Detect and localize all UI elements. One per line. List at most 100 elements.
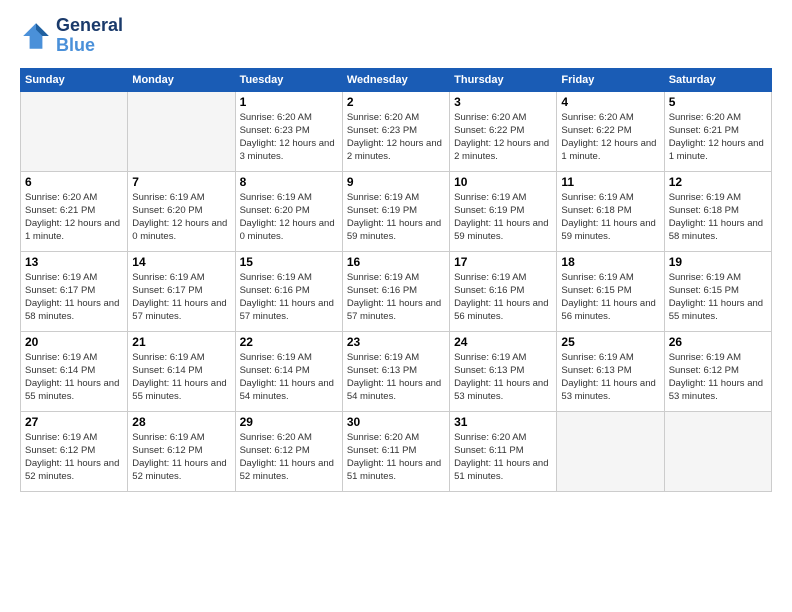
calendar-cell: 28 Sunrise: 6:19 AM Sunset: 6:12 PM Dayli… [128,411,235,491]
calendar-cell: 20 Sunrise: 6:19 AM Sunset: 6:14 PM Dayli… [21,331,128,411]
calendar-cell [664,411,771,491]
header: General Blue [20,16,772,56]
day-number: 21 [132,335,230,349]
calendar-cell: 17 Sunrise: 6:19 AM Sunset: 6:16 PM Dayli… [450,251,557,331]
calendar-cell: 29 Sunrise: 6:20 AM Sunset: 6:12 PM Dayli… [235,411,342,491]
calendar-cell: 14Sunrise: 6:19 AM Sunset: 6:17 PM Dayli… [128,251,235,331]
day-info: Sunrise: 6:19 AM Sunset: 6:16 PM Dayligh… [454,271,552,324]
calendar-cell: 21Sunrise: 6:19 AM Sunset: 6:14 PM Dayli… [128,331,235,411]
day-number: 2 [347,95,445,109]
day-number: 3 [454,95,552,109]
calendar-cell: 23 Sunrise: 6:19 AM Sunset: 6:13 PM Dayli… [342,331,449,411]
day-number: 29 [240,415,338,429]
calendar: SundayMondayTuesdayWednesdayThursdayFrid… [20,68,772,492]
day-number: 20 [25,335,123,349]
calendar-cell: 10 Sunrise: 6:19 AM Sunset: 6:19 PM Dayli… [450,171,557,251]
calendar-cell: 6Sunrise: 6:20 AM Sunset: 6:21 PM Daylig… [21,171,128,251]
day-info: Sunrise: 6:19 AM Sunset: 6:20 PM Dayligh… [132,191,230,244]
calendar-cell: 30 Sunrise: 6:20 AM Sunset: 6:11 PM Dayli… [342,411,449,491]
calendar-cell: 11 Sunrise: 6:19 AM Sunset: 6:18 PM Dayli… [557,171,664,251]
day-number: 7 [132,175,230,189]
day-number: 1 [240,95,338,109]
day-number: 4 [561,95,659,109]
day-number: 15 [240,255,338,269]
day-number: 19 [669,255,767,269]
calendar-cell: 9Sunrise: 6:19 AM Sunset: 6:19 PM Daylig… [342,171,449,251]
day-info: Sunrise: 6:20 AM Sunset: 6:23 PM Dayligh… [240,111,338,164]
calendar-cell [21,91,128,171]
calendar-cell: 31 Sunrise: 6:20 AM Sunset: 6:11 PM Dayli… [450,411,557,491]
day-number: 28 [132,415,230,429]
logo-text: General Blue [56,16,123,56]
calendar-week-2: 6Sunrise: 6:20 AM Sunset: 6:21 PM Daylig… [21,171,772,251]
day-number: 24 [454,335,552,349]
day-info: Sunrise: 6:20 AM Sunset: 6:22 PM Dayligh… [561,111,659,164]
day-info: Sunrise: 6:19 AM Sunset: 6:14 PM Dayligh… [25,351,123,404]
day-info: Sunrise: 6:19 AM Sunset: 6:17 PM Dayligh… [132,271,230,324]
day-number: 30 [347,415,445,429]
logo: General Blue [20,16,123,56]
day-number: 25 [561,335,659,349]
calendar-cell: 18Sunrise: 6:19 AM Sunset: 6:15 PM Dayli… [557,251,664,331]
day-info: Sunrise: 6:20 AM Sunset: 6:21 PM Dayligh… [669,111,767,164]
day-info: Sunrise: 6:20 AM Sunset: 6:22 PM Dayligh… [454,111,552,164]
day-number: 5 [669,95,767,109]
calendar-cell: 5 Sunrise: 6:20 AM Sunset: 6:21 PM Daylig… [664,91,771,171]
day-info: Sunrise: 6:19 AM Sunset: 6:16 PM Dayligh… [347,271,445,324]
day-header-friday: Friday [557,68,664,91]
calendar-cell [557,411,664,491]
day-info: Sunrise: 6:20 AM Sunset: 6:11 PM Dayligh… [347,431,445,484]
day-info: Sunrise: 6:19 AM Sunset: 6:19 PM Dayligh… [347,191,445,244]
day-number: 23 [347,335,445,349]
day-info: Sunrise: 6:19 AM Sunset: 6:13 PM Dayligh… [561,351,659,404]
calendar-week-1: 1 Sunrise: 6:20 AM Sunset: 6:23 PM Daylig… [21,91,772,171]
day-number: 13 [25,255,123,269]
calendar-cell: 15Sunrise: 6:19 AM Sunset: 6:16 PM Dayli… [235,251,342,331]
day-info: Sunrise: 6:19 AM Sunset: 6:15 PM Dayligh… [561,271,659,324]
day-number: 11 [561,175,659,189]
day-info: Sunrise: 6:20 AM Sunset: 6:21 PM Dayligh… [25,191,123,244]
calendar-cell: 24Sunrise: 6:19 AM Sunset: 6:13 PM Dayli… [450,331,557,411]
day-header-tuesday: Tuesday [235,68,342,91]
calendar-cell: 1 Sunrise: 6:20 AM Sunset: 6:23 PM Daylig… [235,91,342,171]
day-number: 22 [240,335,338,349]
page: General Blue SundayMondayTuesdayWednesda… [0,0,792,612]
calendar-cell: 8Sunrise: 6:19 AM Sunset: 6:20 PM Daylig… [235,171,342,251]
day-info: Sunrise: 6:19 AM Sunset: 6:18 PM Dayligh… [561,191,659,244]
day-info: Sunrise: 6:19 AM Sunset: 6:12 PM Dayligh… [25,431,123,484]
day-header-sunday: Sunday [21,68,128,91]
day-number: 16 [347,255,445,269]
day-number: 26 [669,335,767,349]
calendar-cell: 25 Sunrise: 6:19 AM Sunset: 6:13 PM Dayli… [557,331,664,411]
calendar-week-5: 27 Sunrise: 6:19 AM Sunset: 6:12 PM Dayli… [21,411,772,491]
day-number: 17 [454,255,552,269]
day-info: Sunrise: 6:20 AM Sunset: 6:23 PM Dayligh… [347,111,445,164]
day-number: 10 [454,175,552,189]
day-info: Sunrise: 6:19 AM Sunset: 6:17 PM Dayligh… [25,271,123,324]
day-info: Sunrise: 6:19 AM Sunset: 6:12 PM Dayligh… [132,431,230,484]
calendar-cell: 27 Sunrise: 6:19 AM Sunset: 6:12 PM Dayli… [21,411,128,491]
day-info: Sunrise: 6:20 AM Sunset: 6:12 PM Dayligh… [240,431,338,484]
day-number: 31 [454,415,552,429]
calendar-cell: 7 Sunrise: 6:19 AM Sunset: 6:20 PM Daylig… [128,171,235,251]
day-info: Sunrise: 6:19 AM Sunset: 6:12 PM Dayligh… [669,351,767,404]
day-info: Sunrise: 6:19 AM Sunset: 6:18 PM Dayligh… [669,191,767,244]
calendar-cell: 4 Sunrise: 6:20 AM Sunset: 6:22 PM Daylig… [557,91,664,171]
calendar-cell: 22Sunrise: 6:19 AM Sunset: 6:14 PM Dayli… [235,331,342,411]
day-number: 27 [25,415,123,429]
day-info: Sunrise: 6:19 AM Sunset: 6:19 PM Dayligh… [454,191,552,244]
calendar-week-4: 20 Sunrise: 6:19 AM Sunset: 6:14 PM Dayli… [21,331,772,411]
calendar-cell: 12 Sunrise: 6:19 AM Sunset: 6:18 PM Dayli… [664,171,771,251]
day-info: Sunrise: 6:19 AM Sunset: 6:15 PM Dayligh… [669,271,767,324]
calendar-week-3: 13 Sunrise: 6:19 AM Sunset: 6:17 PM Dayli… [21,251,772,331]
calendar-cell: 13 Sunrise: 6:19 AM Sunset: 6:17 PM Dayli… [21,251,128,331]
day-number: 8 [240,175,338,189]
day-number: 12 [669,175,767,189]
calendar-cell: 16 Sunrise: 6:19 AM Sunset: 6:16 PM Dayli… [342,251,449,331]
day-info: Sunrise: 6:20 AM Sunset: 6:11 PM Dayligh… [454,431,552,484]
day-header-thursday: Thursday [450,68,557,91]
day-info: Sunrise: 6:19 AM Sunset: 6:13 PM Dayligh… [347,351,445,404]
calendar-cell: 3 Sunrise: 6:20 AM Sunset: 6:22 PM Daylig… [450,91,557,171]
calendar-cell [128,91,235,171]
calendar-cell: 26 Sunrise: 6:19 AM Sunset: 6:12 PM Dayli… [664,331,771,411]
